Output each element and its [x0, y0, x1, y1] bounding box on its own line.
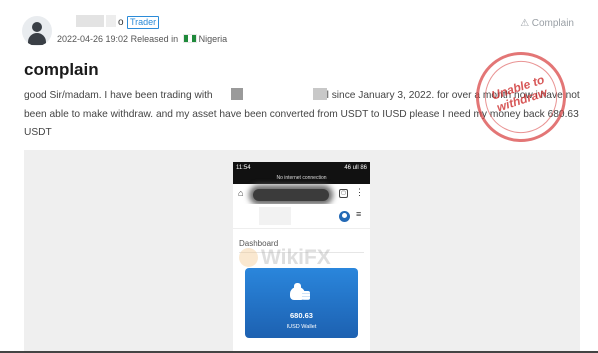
iusd-wallet-card: 680.63 IUSD Wallet — [245, 268, 358, 338]
user-avatar[interactable] — [22, 16, 52, 46]
post-meta: 2022-04-26 19:02 Released in Nigeria — [57, 34, 227, 44]
complain-link-label: Complain — [531, 18, 574, 29]
account-icon — [339, 211, 350, 222]
status-signal: 46 ull 86 — [344, 165, 367, 171]
evidence-image-gallery[interactable]: 11:54 46 ull 86 No internet connection ⌂… — [24, 150, 580, 353]
wikifx-watermark: WikiFX — [239, 246, 331, 270]
no-internet-banner: No internet connection — [276, 175, 327, 181]
browser-address-bar: ⌂ ▢ ⋮ — [233, 184, 370, 204]
money-bag-icon — [290, 282, 312, 300]
redacted-broker-name-2 — [312, 88, 327, 100]
post-body-part1: good Sir/madam. I have been trading with — [24, 90, 213, 101]
warning-triangle-icon: ⚠ — [520, 18, 530, 29]
avatar-head-icon — [32, 22, 42, 32]
post-title: complain — [24, 60, 99, 79]
wallet-label: IUSD Wallet — [286, 324, 317, 330]
country-name: Nigeria — [198, 34, 228, 44]
username-blurred-2 — [106, 15, 116, 27]
nigeria-flag-icon — [182, 34, 197, 43]
stamp-text: Unable to withdraw — [478, 69, 562, 118]
tabs-icon: ▢ — [339, 189, 348, 198]
username-suffix: o — [118, 17, 124, 28]
released-in-label: Released in — [130, 34, 179, 44]
home-icon: ⌂ — [238, 188, 244, 198]
kebab-menu-icon: ⋮ — [355, 187, 364, 197]
site-logo-blurred — [259, 207, 291, 225]
watermark-text: WikiFX — [261, 246, 331, 269]
complain-link[interactable]: ⚠ Complain — [520, 18, 574, 29]
wallet-amount: 680.63 — [290, 311, 313, 320]
hamburger-menu-icon: ≡ — [356, 209, 362, 219]
post-date: 2022-04-26 19:02 — [57, 34, 129, 44]
trader-badge: Trader — [127, 16, 160, 29]
redacted-broker-name — [230, 88, 243, 100]
site-header: ≡ — [233, 204, 370, 229]
phone-status-bar: 11:54 46 ull 86 No internet connection — [233, 162, 370, 184]
phone-screenshot[interactable]: 11:54 46 ull 86 No internet connection ⌂… — [233, 162, 370, 353]
wikifx-logo-icon — [239, 248, 258, 267]
status-time: 11:54 — [236, 165, 251, 171]
url-blurred — [253, 189, 329, 201]
username-blurred — [76, 15, 104, 27]
avatar-body-icon — [28, 33, 46, 45]
